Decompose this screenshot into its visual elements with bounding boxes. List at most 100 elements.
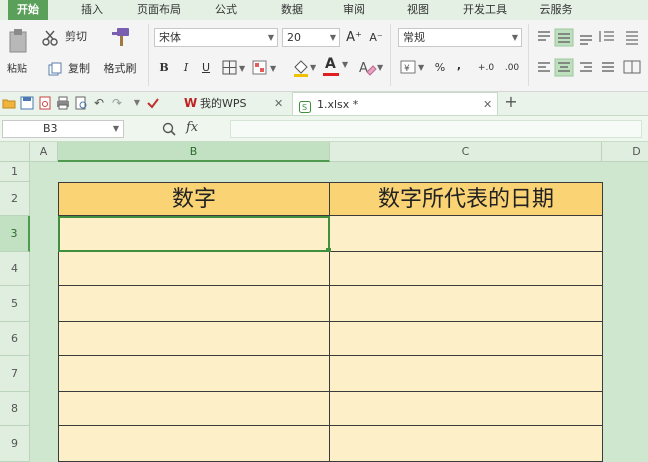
chevron-down-icon[interactable]: ▼ [130,96,144,110]
grow-font-button[interactable]: A⁺ [344,28,364,48]
close-icon[interactable]: ✕ [274,92,283,115]
tab-data[interactable]: 数据 [274,0,310,20]
chevron-down-icon: ▼ [511,33,518,42]
format-painter-button[interactable]: 格式刷 [100,59,140,79]
font-size-select[interactable]: 20 ▼ [282,28,340,47]
percent-button[interactable]: % [432,58,448,78]
row-header-3[interactable]: 3 [0,216,30,252]
copy-icon[interactable] [48,62,62,76]
bold-button[interactable]: B [156,58,172,78]
chevron-down-icon: ▼ [342,60,349,69]
tab-my-wps[interactable]: W 我的WPS ✕ [170,92,288,115]
chevron-down-icon: ▼ [267,33,274,42]
row-header-4[interactable]: 4 [0,252,30,286]
svg-text:▼: ▼ [270,64,277,73]
decrease-decimal-button[interactable]: .00 [500,58,524,78]
cell-c4[interactable] [330,252,603,286]
name-box[interactable]: B3 ▼ [2,120,124,138]
tab-page-layout[interactable]: 页面布局 [130,0,188,20]
svg-text:▼: ▼ [377,63,384,72]
formula-input[interactable] [230,120,642,138]
thousands-button[interactable]: , [454,56,464,76]
tab-insert[interactable]: 插入 [74,0,110,20]
paint-bucket-icon[interactable]: ▼ [292,58,320,78]
row-header-2[interactable]: 2 [0,182,30,216]
paste-button[interactable]: 粘贴 [2,60,32,80]
cell-b3[interactable] [58,216,330,252]
export-pdf-icon[interactable] [38,96,52,110]
column-header-c[interactable]: C [330,142,602,162]
wps-logo-icon: W [184,96,198,110]
shrink-font-button[interactable]: A⁻ [366,28,386,48]
cell-b5[interactable] [58,286,330,322]
print-icon[interactable] [56,96,70,110]
scissors-icon[interactable] [42,30,58,46]
font-color-button[interactable]: A ▼ [322,56,352,78]
cell-c3[interactable] [330,216,603,252]
paste-icon[interactable] [6,28,30,54]
number-format-select[interactable]: 常规 ▼ [398,28,522,47]
increase-decimal-button[interactable]: +.0 [474,58,498,78]
close-icon[interactable]: ✕ [483,93,492,116]
save-icon[interactable] [20,96,34,110]
open-folder-icon[interactable] [2,96,16,110]
cell-c9[interactable] [330,426,603,462]
cell-b7[interactable] [58,356,330,392]
cell-c6[interactable] [330,322,603,356]
svg-text:▼: ▼ [239,64,246,73]
tab-home[interactable]: 开始 [8,0,48,20]
table-header-number[interactable]: 数字 [58,182,330,216]
column-header-a[interactable]: A [30,142,58,162]
row-header-9[interactable]: 9 [0,426,30,462]
chevron-down-icon: ▼ [329,33,336,42]
undo-icon[interactable]: ↶ [92,96,106,110]
cell-c8[interactable] [330,392,603,426]
cell-b9[interactable] [58,426,330,462]
ribbon-divider [390,24,391,86]
copy-button[interactable]: 复制 [64,59,94,79]
cut-button[interactable]: 剪切 [60,27,92,47]
svg-text:¥: ¥ [404,64,410,74]
row-header-5[interactable]: 5 [0,286,30,322]
row-header-1[interactable]: 1 [0,162,30,182]
cell-c5[interactable] [330,286,603,322]
column-header-b[interactable]: B [58,142,330,162]
font-name-value: 宋体 [159,31,181,44]
border-icon[interactable]: ▼ [222,60,248,76]
select-all-corner[interactable] [0,142,30,162]
format-painter-icon[interactable] [108,26,132,50]
tab-formulas[interactable]: 公式 [208,0,244,20]
zoom-search-icon[interactable] [162,122,176,136]
fx-button[interactable]: fx [186,120,210,138]
document-tab-bar: ↶ ↷ ▼ W 我的WPS ✕ S 1.xlsx * ✕ + [0,92,648,116]
tab-view[interactable]: 视图 [400,0,436,20]
currency-icon[interactable]: ¥ ▼ [400,58,426,78]
redo-icon[interactable]: ↷ [110,96,124,110]
print-preview-icon[interactable] [74,96,88,110]
row-header-6[interactable]: 6 [0,322,30,356]
cell-c7[interactable] [330,356,603,392]
tab-developer[interactable]: 开发工具 [456,0,514,20]
cell-b4[interactable] [58,252,330,286]
cell-b8[interactable] [58,392,330,426]
fill-color-icon[interactable]: ▼ [252,60,282,76]
new-tab-icon[interactable]: + [504,94,518,110]
vertical-align-group [534,28,644,48]
tab-review[interactable]: 审阅 [336,0,372,20]
clear-format-icon[interactable]: A ▼ [358,58,384,78]
font-size-value: 20 [287,31,301,44]
cell-b6[interactable] [58,322,330,356]
table-header-date[interactable]: 数字所代表的日期 [330,182,603,216]
mark-icon[interactable] [146,96,160,110]
menu-bar: 开始 插入 页面布局 公式 数据 审阅 视图 开发工具 云服务 [0,0,648,20]
font-name-select[interactable]: 宋体 ▼ [154,28,278,47]
row-header-8[interactable]: 8 [0,392,30,426]
row-header-7[interactable]: 7 [0,356,30,392]
formula-bar: B3 ▼ fx [0,116,648,142]
column-header-d[interactable]: D [602,142,648,162]
underline-button[interactable]: U [198,58,214,78]
tab-cloud[interactable]: 云服务 [532,0,580,20]
italic-button[interactable]: I [178,58,194,78]
tab-spreadsheet[interactable]: S 1.xlsx * ✕ [292,92,498,115]
ribbon-toolbar: 粘贴 剪切 复制 格式刷 宋体 ▼ 20 ▼ A⁺ A⁻ B I U ▼ ▼ ▼… [0,20,648,92]
